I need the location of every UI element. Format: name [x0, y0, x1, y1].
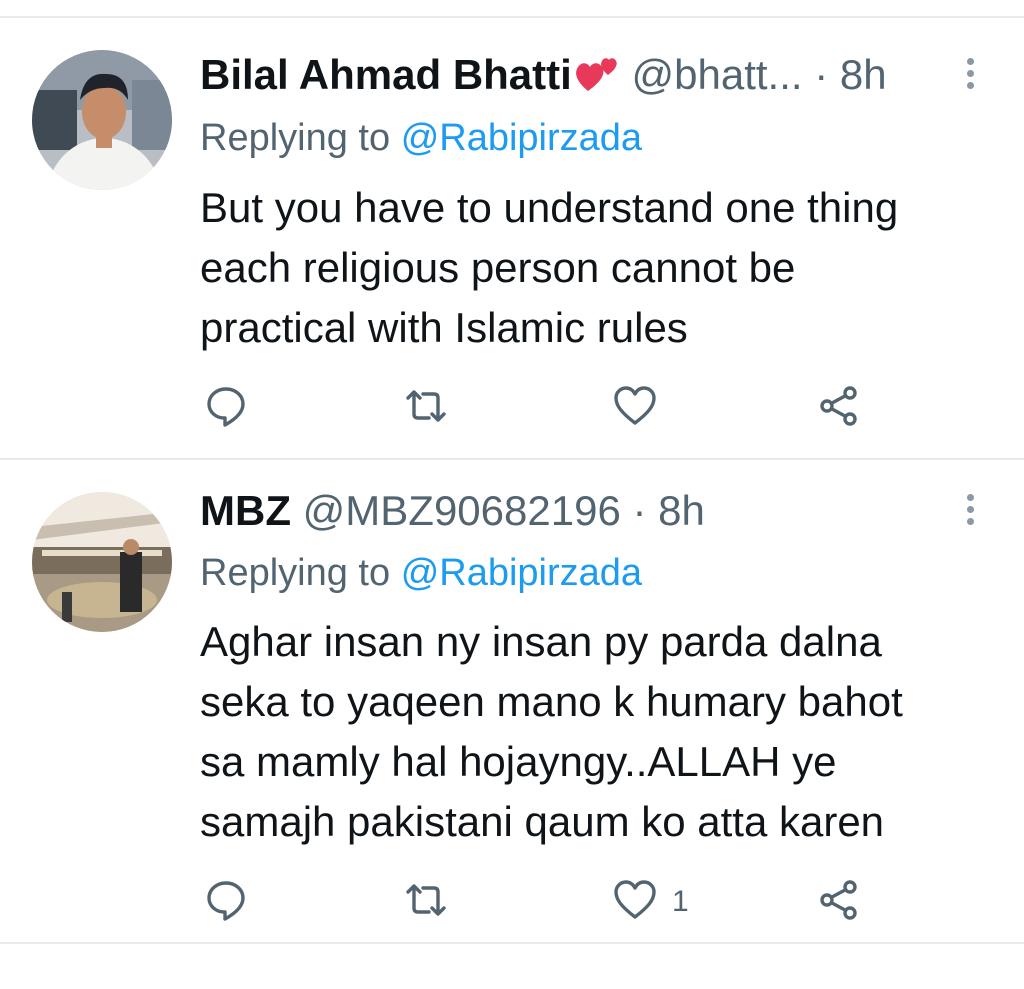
tweet-text: Aghar insan ny insan py parda dalna seka…	[200, 612, 990, 852]
retweet-icon	[402, 878, 450, 927]
tweet-header: MBZ @MBZ90682196 · 8h	[200, 486, 705, 536]
more-options-icon[interactable]	[962, 58, 978, 89]
avatar[interactable]	[32, 50, 172, 190]
separator-dot: ·	[632, 487, 647, 534]
like-button[interactable]: 1	[612, 878, 689, 926]
user-handle[interactable]: @bhatt...	[631, 51, 802, 98]
tweet-text-line: sa mamly hal hojayngy..ALLAH ye	[200, 738, 837, 785]
tweet-divider	[0, 942, 1024, 944]
share-button[interactable]	[818, 878, 862, 926]
share-icon	[818, 878, 862, 927]
display-name[interactable]: Bilal Ahmad Bhatti	[200, 51, 572, 98]
replying-prefix: Replying to	[200, 117, 391, 159]
timestamp[interactable]: 8h	[658, 487, 705, 534]
avatar[interactable]	[32, 492, 172, 632]
share-icon	[818, 384, 862, 433]
tweet-text-line: each religious person cannot be	[200, 244, 796, 291]
reply-icon	[204, 878, 248, 927]
tweet-header: Bilal Ahmad Bhatti @bhatt... · 8h	[200, 50, 887, 106]
separator-dot: ·	[814, 51, 829, 98]
tweet-text-line: practical with Islamic rules	[200, 304, 688, 351]
reply-icon	[204, 384, 248, 433]
tweet-text-line: But you have to understand one thing	[200, 184, 899, 231]
display-name[interactable]: MBZ	[200, 487, 291, 534]
reply-button[interactable]	[204, 878, 248, 926]
tweet-actions	[0, 384, 1024, 432]
retweet-button[interactable]	[402, 384, 450, 432]
replying-prefix: Replying to	[200, 552, 391, 594]
tweet-text: But you have to understand one thing eac…	[200, 178, 990, 358]
heart-icon	[612, 878, 658, 927]
replying-to: Replying to @Rabipirzada	[200, 115, 642, 161]
user-handle[interactable]: @MBZ90682196	[303, 487, 621, 534]
mention-link[interactable]: @Rabipirzada	[401, 552, 642, 594]
tweet-2[interactable]: MBZ @MBZ90682196 · 8h Replying to @Rabip…	[0, 460, 1024, 942]
retweet-icon	[402, 384, 450, 433]
like-count: 1	[672, 885, 689, 918]
share-button[interactable]	[818, 384, 862, 432]
heart-icon	[612, 384, 658, 433]
retweet-button[interactable]	[402, 878, 450, 926]
two-hearts-emoji-icon	[574, 51, 620, 106]
tweet-1[interactable]: Bilal Ahmad Bhatti @bhatt... · 8h Replyi…	[0, 0, 1024, 458]
replying-to: Replying to @Rabipirzada	[200, 550, 642, 596]
more-options-icon[interactable]	[962, 494, 978, 525]
tweet-text-line: Aghar insan ny insan py parda dalna	[200, 618, 882, 665]
tweet-actions: 1	[0, 878, 1024, 926]
tweet-text-line: seka to yaqeen mano k humary bahot	[200, 678, 903, 725]
mention-link[interactable]: @Rabipirzada	[401, 117, 642, 159]
tweet-text-line: samajh pakistani qaum ko atta karen	[200, 798, 885, 845]
reply-button[interactable]	[204, 384, 248, 432]
timestamp[interactable]: 8h	[840, 51, 887, 98]
like-button[interactable]	[612, 384, 672, 432]
